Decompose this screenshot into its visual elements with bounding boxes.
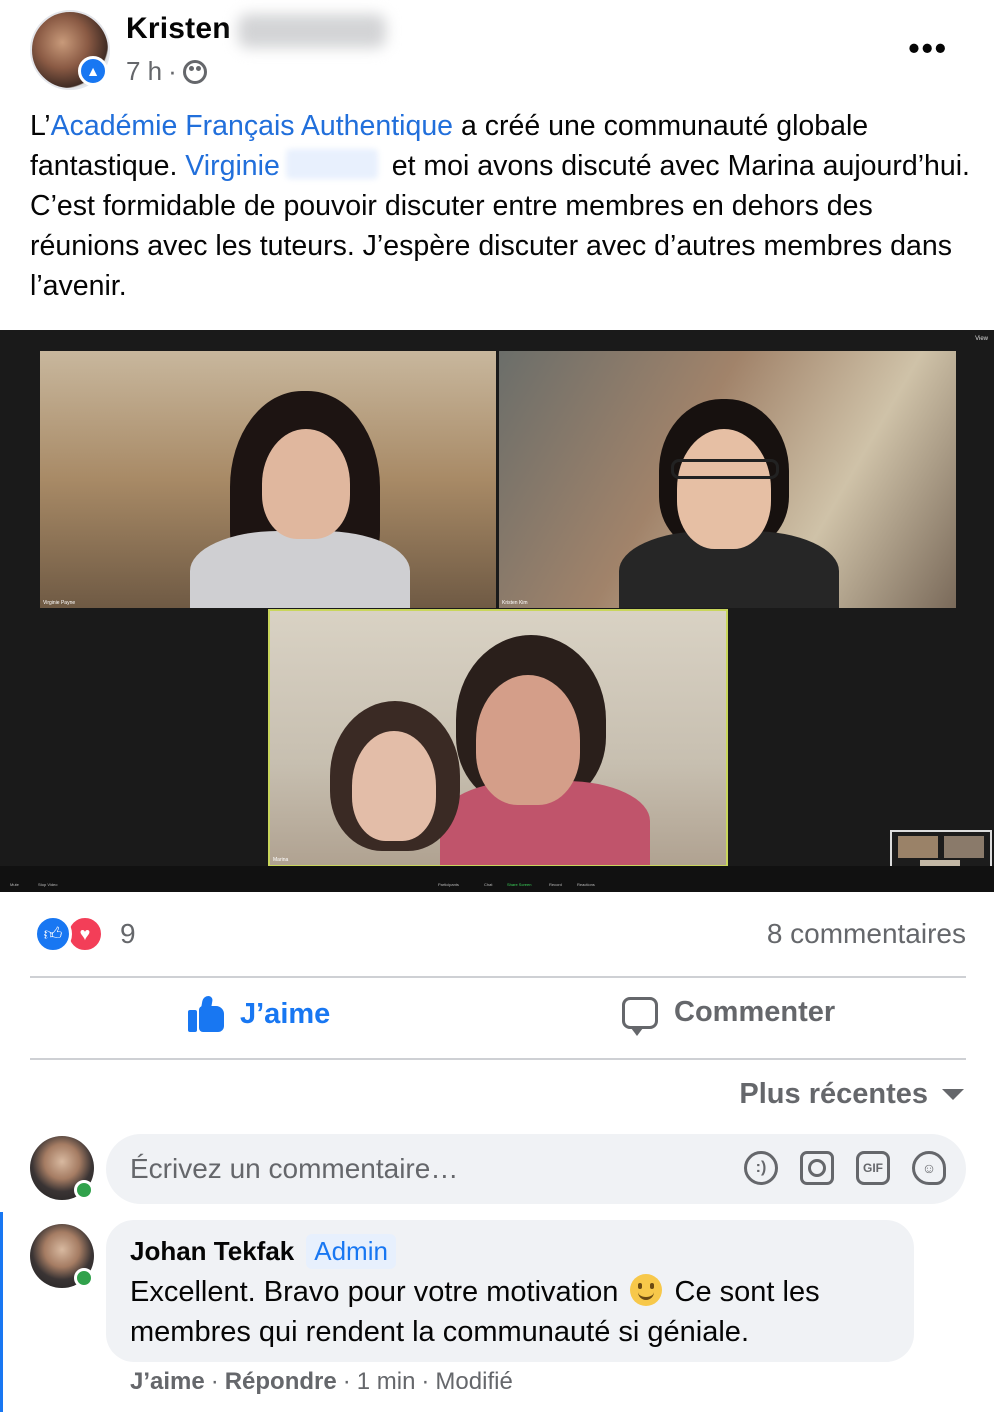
like-button[interactable]: J’aime <box>188 996 330 1032</box>
divider <box>30 1058 966 1060</box>
camera-icon[interactable] <box>800 1151 834 1185</box>
view-button: View <box>975 336 988 342</box>
video-tile-active: Marina <box>268 609 728 867</box>
comment-sort-dropdown[interactable]: Plus récentes <box>739 1078 964 1111</box>
sticker-icon[interactable]: ☺ <box>912 1151 946 1185</box>
participant-figure <box>476 675 580 805</box>
author-last-name-redacted <box>238 14 386 48</box>
online-status-indicator <box>74 1180 94 1200</box>
comment-highlight-bar <box>0 1212 3 1412</box>
separator: · <box>210 1368 219 1395</box>
mention-link[interactable]: Virginie <box>185 150 280 182</box>
caret-down-icon <box>942 1089 964 1100</box>
toolbar-label: Stop Video <box>38 882 58 887</box>
comment-like-link[interactable]: J’aime <box>130 1368 205 1396</box>
post-image-video-call[interactable]: View Virginie Payne Kristen Kim Marina M… <box>0 330 994 892</box>
reaction-count[interactable]: 9 <box>120 918 136 950</box>
post-text: L’Académie Français Authentique a créé u… <box>30 106 970 306</box>
like-button-label: J’aime <box>240 997 331 1030</box>
emoji-icon[interactable]: :) <box>744 1151 778 1185</box>
comment-input[interactable] <box>130 1134 730 1204</box>
comment-button[interactable]: Commenter <box>622 996 836 1036</box>
participant-figure <box>262 429 350 539</box>
video-tile: Virginie Payne <box>40 351 496 608</box>
separator: · <box>342 1368 351 1395</box>
tile-name-label: Kristen Kim <box>502 600 528 606</box>
toolbar-label: Mute <box>10 882 19 887</box>
gif-icon[interactable]: GIF <box>856 1151 890 1185</box>
separator: · <box>421 1368 430 1395</box>
like-reaction-icon: 👍︎ <box>34 915 72 953</box>
post-meta: 7 h · <box>126 56 207 87</box>
audience-group-icon[interactable] <box>182 59 207 84</box>
video-tile: Kristen Kim <box>499 351 956 608</box>
meta-separator: · <box>168 56 177 86</box>
smiley-emoji-icon <box>630 1274 663 1306</box>
sort-label: Plus récentes <box>739 1078 928 1110</box>
tile-name-label: Marina <box>273 857 289 863</box>
tile-name-label: Virginie Payne <box>43 600 76 606</box>
comment-author-name[interactable]: Johan Tekfak <box>130 1236 294 1267</box>
post-author-name[interactable]: Kristen <box>126 12 231 46</box>
mention-last-name-redacted <box>285 149 378 179</box>
comment-time[interactable]: 1 min <box>357 1368 416 1396</box>
comment-edited-label[interactable]: Modifié <box>435 1368 512 1396</box>
toolbar-label: Record <box>549 882 562 887</box>
participant-figure <box>352 731 436 841</box>
comment-text-part: Excellent. Bravo pour votre motivation <box>130 1276 627 1308</box>
group-badge-icon: ▲ <box>78 56 108 86</box>
comment-bubble: Johan Tekfak Admin Excellent. Bravo pour… <box>106 1220 914 1362</box>
more-options-icon[interactable]: ••• <box>908 30 948 67</box>
mini-tile <box>944 836 984 858</box>
group-link[interactable]: Académie Français Authentique <box>51 110 453 142</box>
comment-author-row: Johan Tekfak Admin <box>130 1234 396 1269</box>
comment-composer[interactable]: :) GIF ☺ <box>106 1134 966 1204</box>
comment-reply-link[interactable]: Répondre <box>225 1368 337 1396</box>
admin-badge: Admin <box>306 1234 396 1269</box>
comment-actions: J’aime · Répondre · 1 min · Modifié <box>130 1368 513 1396</box>
reactions-summary[interactable]: 👍︎ ♥ 9 <box>34 915 136 953</box>
online-status-indicator <box>74 1268 94 1288</box>
toolbar-label: Share Screen <box>507 882 532 887</box>
thumbs-up-icon <box>188 996 224 1032</box>
comment-text: Excellent. Bravo pour votre motivation C… <box>130 1272 900 1352</box>
post-text-part: L’ <box>30 110 51 142</box>
toolbar-label: Participants <box>438 882 459 887</box>
comments-count[interactable]: 8 commentaires <box>767 918 966 950</box>
post-time[interactable]: 7 h <box>126 56 162 87</box>
toolbar-label: Chat <box>484 882 493 887</box>
comment-button-label: Commenter <box>674 996 836 1028</box>
participant-figure <box>190 531 410 608</box>
participant-figure <box>677 429 771 549</box>
divider <box>30 976 966 978</box>
mini-tile <box>898 836 938 858</box>
call-toolbar: Mute Stop Video Participants Chat Share … <box>0 866 994 892</box>
toolbar-label: Reactions <box>577 882 595 887</box>
glasses-shape <box>671 459 779 479</box>
comment-bubble-icon <box>622 996 658 1036</box>
